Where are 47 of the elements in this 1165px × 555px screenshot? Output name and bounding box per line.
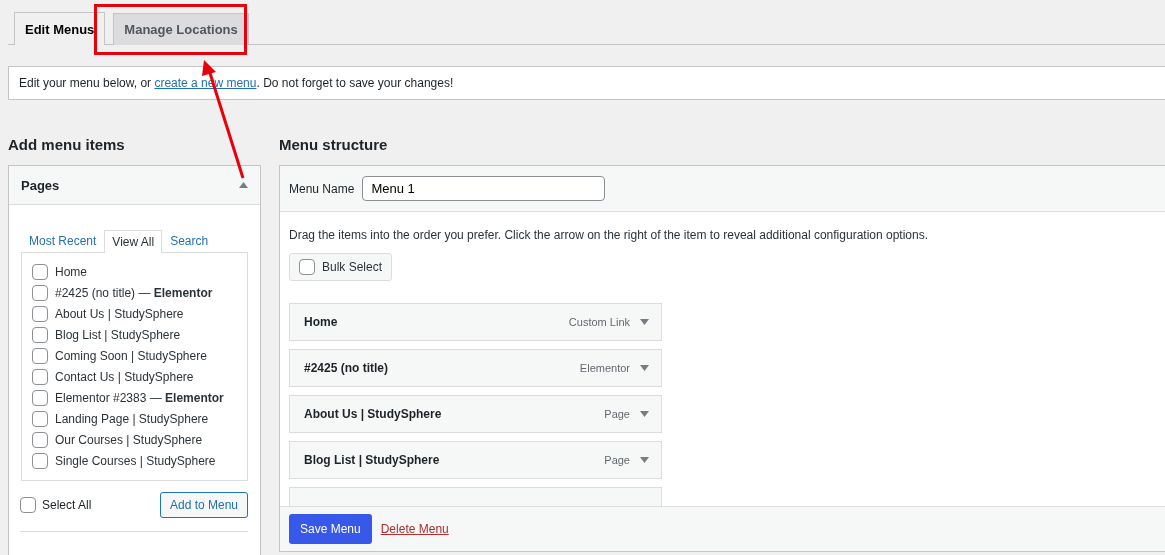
dropdown-arrow-icon[interactable] [640, 411, 649, 417]
checkbox[interactable] [32, 432, 48, 448]
dropdown-arrow-icon[interactable] [640, 457, 649, 463]
bulk-select-button[interactable]: Bulk Select [289, 253, 393, 281]
page-label: #2425 (no title) — Elementor [55, 286, 213, 300]
checkbox[interactable] [20, 497, 36, 513]
menu-name-field[interactable]: Menu 1 [362, 176, 606, 201]
checkbox[interactable] [32, 306, 48, 322]
menu-item[interactable]: Home Custom Link [289, 303, 662, 341]
menu-name-label: Menu Name [289, 181, 355, 196]
page-label: Contact Us | StudySphere [55, 370, 194, 384]
page-label: Our Courses | StudySphere [55, 433, 203, 447]
save-menu-button[interactable]: Save Menu [289, 514, 372, 544]
section-heading: Add menu items [8, 136, 126, 153]
checkbox[interactable] [32, 327, 48, 343]
tab[interactable]: Search [162, 229, 217, 252]
collapse-arrow-icon[interactable] [239, 182, 248, 188]
page-label: Landing Page | StudySphere [55, 412, 209, 426]
checkbox[interactable] [32, 390, 48, 406]
checkbox[interactable] [32, 264, 48, 280]
menu-item[interactable]: #2425 (no title) Elementor [289, 349, 662, 387]
checkbox[interactable] [32, 348, 48, 364]
select-all-label: Select All [42, 498, 92, 512]
menu-item[interactable]: Blog List | StudySphere Page [289, 441, 662, 479]
delete-menu-link[interactable]: Delete Menu [380, 522, 449, 536]
checkbox[interactable] [32, 369, 48, 385]
section-heading: Menu structure [279, 136, 389, 153]
checkbox[interactable] [32, 453, 48, 469]
page-label: About Us | StudySphere [55, 307, 184, 321]
tab[interactable]: Manage Locations [113, 13, 249, 45]
tab[interactable]: Edit Menus [14, 12, 106, 45]
page-label: Elementor #2383 — Elementor [55, 391, 224, 405]
checkbox[interactable] [32, 411, 48, 427]
checkbox[interactable] [299, 259, 315, 275]
dropdown-arrow-icon[interactable] [640, 365, 649, 371]
tab[interactable]: Most Recent [21, 229, 105, 252]
panel-title: Pages [21, 177, 60, 193]
menu-item[interactable]: About Us | StudySphere Page [289, 395, 662, 433]
dropdown-arrow-icon[interactable] [640, 319, 649, 325]
page-label: Blog List | StudySphere [55, 328, 181, 342]
tab[interactable]: View All [104, 230, 163, 253]
checkbox[interactable] [32, 285, 48, 301]
add-to-menu-button[interactable]: Add to Menu [159, 492, 248, 518]
instructions-text: Drag the items into the order you prefer. Click the arrow on the right of the item to reveal additional configuration options. [289, 228, 929, 242]
page-label: Single Courses | StudySphere [55, 454, 216, 468]
page-label: Coming Soon | StudySphere [55, 349, 207, 363]
page-label: Home [55, 265, 87, 279]
